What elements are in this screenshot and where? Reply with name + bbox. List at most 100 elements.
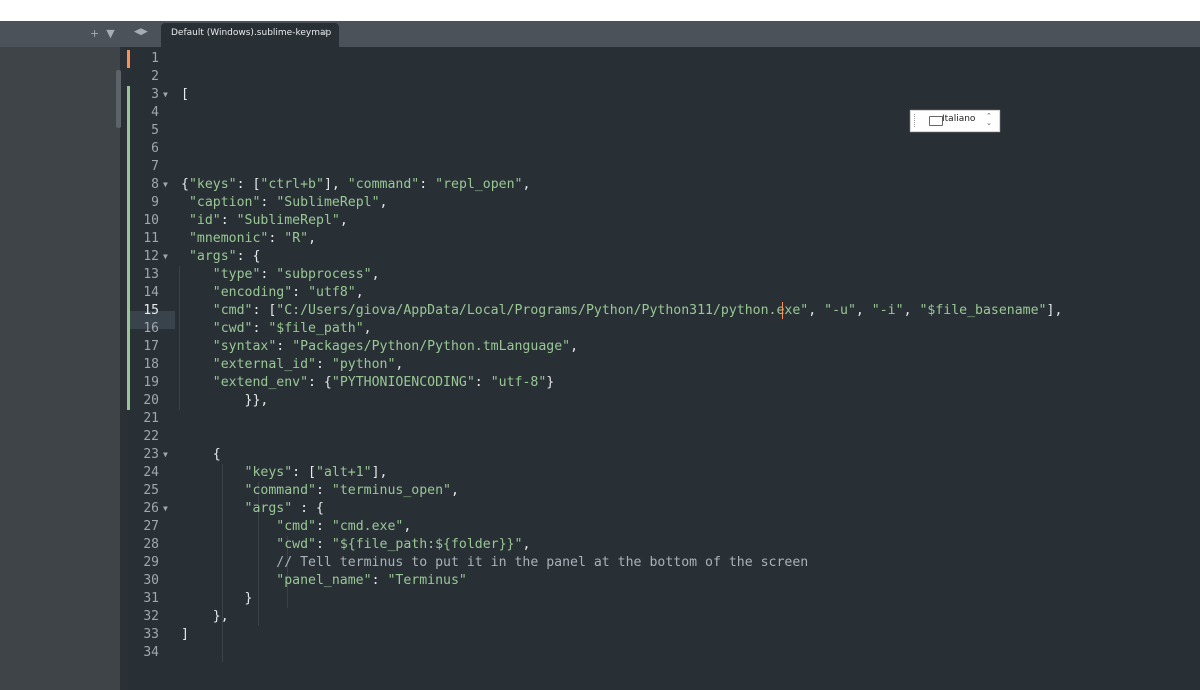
- code-text: "extend_env": {"PYTHONIOENCODING": "utf-…: [181, 374, 554, 392]
- code-token: "args": [188, 249, 237, 264]
- code-token: "repl_open": [435, 177, 523, 192]
- code-token: "cmd.exe": [331, 519, 404, 534]
- code-token: ]: [181, 627, 189, 642]
- code-line[interactable]: 24 "keys": ["alt+1"],: [127, 464, 1200, 482]
- code-line[interactable]: 33]: [127, 626, 1200, 644]
- code-line[interactable]: 11 "mnemonic": "R",: [127, 230, 1200, 248]
- line-number: 7: [151, 159, 159, 174]
- code-line[interactable]: 14 "encoding": "utf8",: [127, 284, 1200, 302]
- code-token: "encoding": [212, 285, 293, 300]
- code-line[interactable]: 21: [127, 410, 1200, 428]
- code-line[interactable]: 6: [127, 140, 1200, 158]
- code-line[interactable]: 5: [127, 122, 1200, 140]
- language-bar[interactable]: Italiano ⌃ ⌄: [910, 110, 1000, 132]
- code-line[interactable]: 16 "cwd": "$file_path",: [127, 320, 1200, 338]
- code-line[interactable]: 3 ▼ [: [127, 86, 1200, 104]
- fold-arrow-icon[interactable]: ▼: [163, 86, 168, 104]
- code-token: "$file_path": [268, 321, 364, 336]
- language-bar-controls[interactable]: ⌃ ⌄: [986, 113, 992, 127]
- minimap-scroll-thumb[interactable]: [116, 70, 121, 128]
- previous-tab-icon[interactable]: ◀: [134, 27, 141, 37]
- code-token: ,: [570, 339, 579, 354]
- fold-arrow-icon[interactable]: ▼: [163, 176, 168, 194]
- code-line[interactable]: 19 "extend_env": {"PYTHONIOENCODING": "u…: [127, 374, 1200, 392]
- code-token: "extend_env": [212, 375, 309, 390]
- code-text: "type": "subprocess",: [181, 266, 380, 284]
- code-line[interactable]: 25 "command": "terminus_open",: [127, 482, 1200, 500]
- code-editor[interactable]: 1 2 3 ▼[4 5 6 7 8 ▼ {"keys": ["ctrl+b"], "command…: [127, 47, 1200, 690]
- code-line[interactable]: 15 "cmd": ["C:/Users/giova/AppData/Local…: [127, 302, 1200, 320]
- code-token: ],: [371, 465, 388, 480]
- code-line[interactable]: 34: [127, 644, 1200, 662]
- line-number: 24: [143, 465, 159, 480]
- code-token: "terminus_open": [331, 483, 451, 498]
- code-token: "C:/Users/giova/AppData/Local/Programs/P…: [276, 303, 809, 318]
- code-token: "mnemonic": [188, 231, 269, 246]
- code-line[interactable]: 4: [127, 104, 1200, 122]
- tab-close-icon[interactable]: ×: [320, 27, 328, 38]
- line-number: 14: [143, 285, 159, 300]
- code-token: :: [315, 519, 332, 534]
- code-line[interactable]: 30 "panel_name": "Terminus": [127, 572, 1200, 590]
- code-token: : {: [236, 249, 261, 264]
- line-number: 25: [143, 483, 159, 498]
- code-line[interactable]: 29 // Tell terminus to put it in the pan…: [127, 554, 1200, 572]
- sidebar-divider[interactable]: [120, 47, 127, 690]
- code-token: : [: [236, 177, 261, 192]
- line-number: 22: [143, 429, 159, 444]
- top-blank-area: [0, 0, 1200, 21]
- code-line[interactable]: 1: [127, 50, 1200, 68]
- line-number: 13: [143, 267, 159, 282]
- code-text: {: [181, 446, 221, 464]
- fold-arrow-icon[interactable]: ▼: [163, 500, 168, 518]
- code-text: }},: [181, 392, 269, 410]
- code-line[interactable]: 17 "syntax": "Packages/Python/Python.tmL…: [127, 338, 1200, 356]
- new-tab-button[interactable]: +: [90, 27, 100, 40]
- code-line[interactable]: 8 ▼ {"keys": ["ctrl+b"], "command": "repl_…: [127, 176, 1200, 194]
- next-tab-icon[interactable]: ▶: [141, 27, 148, 37]
- code-token: }: [181, 591, 253, 606]
- tab-label: Default (Windows).sublime-keymap: [171, 28, 332, 38]
- code-line[interactable]: 31 }: [127, 590, 1200, 608]
- code-line[interactable]: 20 }},: [127, 392, 1200, 410]
- fold-arrow-icon[interactable]: ▼: [163, 248, 168, 266]
- code-line[interactable]: 32 },: [127, 608, 1200, 626]
- fold-arrow-icon[interactable]: ▼: [163, 446, 168, 464]
- code-line[interactable]: 23 ▼ {: [127, 446, 1200, 464]
- code-line[interactable]: 10 "id": "SublimeRepl",: [127, 212, 1200, 230]
- code-line[interactable]: 2: [127, 68, 1200, 86]
- code-line[interactable]: 28 "cwd": "${file_path:${folder}}",: [127, 536, 1200, 554]
- code-line[interactable]: 13 "type": "subprocess",: [127, 266, 1200, 284]
- tab-dropdown-icon[interactable]: ▼: [106, 27, 115, 40]
- code-line[interactable]: 7: [127, 158, 1200, 176]
- code-line[interactable]: 18 "external_id": "python",: [127, 356, 1200, 374]
- code-token: : [: [252, 303, 277, 318]
- code-token: "subprocess": [276, 267, 372, 282]
- code-text: }: [181, 590, 253, 608]
- text-cursor: [782, 302, 783, 319]
- code-token: "caption": [188, 195, 261, 210]
- line-number: 26: [143, 501, 159, 516]
- code-token: "alt+1": [316, 465, 372, 480]
- language-bar-grip[interactable]: [914, 114, 916, 127]
- line-number: 8: [151, 177, 159, 192]
- code-line[interactable]: 22: [127, 428, 1200, 446]
- code-token: ,: [403, 519, 412, 534]
- code-line[interactable]: 27 "cmd": "cmd.exe",: [127, 518, 1200, 536]
- code-token: "SublimeRepl": [276, 195, 380, 210]
- code-text: "args" : {: [181, 500, 324, 518]
- tab-active[interactable]: Default (Windows).sublime-keymap ×: [161, 23, 339, 47]
- code-line[interactable]: 12 ▼ "args": {: [127, 248, 1200, 266]
- code-token: ],: [323, 177, 348, 192]
- code-token: "Packages/Python/Python.tmLanguage": [292, 339, 571, 354]
- code-line[interactable]: 26 ▼ "args" : {: [127, 500, 1200, 518]
- code-line[interactable]: 9 "caption": "SublimeRepl",: [127, 194, 1200, 212]
- code-token: },: [181, 609, 229, 624]
- code-token: : {: [308, 375, 332, 390]
